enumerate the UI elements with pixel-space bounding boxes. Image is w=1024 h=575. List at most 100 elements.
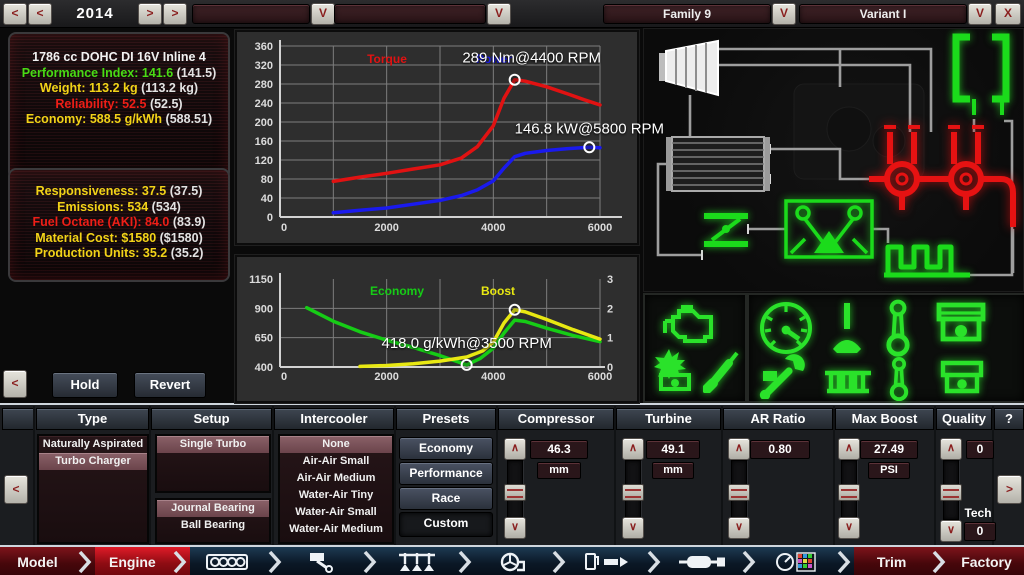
tab-engine[interactable]: Engine bbox=[95, 547, 170, 575]
tab-engine-block[interactable] bbox=[190, 547, 265, 575]
tab-trim[interactable]: Trim bbox=[854, 547, 929, 575]
intake-box-icon bbox=[786, 201, 872, 257]
preset-economy-button[interactable]: Economy bbox=[399, 437, 493, 460]
dropdown-2-expand-button[interactable]: V bbox=[487, 3, 511, 25]
svg-text:6000: 6000 bbox=[588, 371, 612, 383]
hold-button[interactable]: Hold bbox=[52, 372, 118, 398]
torque-power-chart-panel: 040801201602002402803203600200040006000T… bbox=[235, 30, 639, 245]
header-turbine: Turbine bbox=[616, 408, 721, 430]
tab-aspiration[interactable] bbox=[475, 547, 550, 575]
ar-ratio-down-button[interactable]: ∨ bbox=[728, 517, 750, 539]
intercooler-option-water-air-medium[interactable]: Water-Air Medium bbox=[280, 521, 392, 538]
svg-text:3: 3 bbox=[607, 274, 613, 286]
engine-schematic bbox=[644, 29, 1023, 291]
type-option-turbo-charger[interactable]: Turbo Charger bbox=[39, 453, 147, 470]
family-expand-button[interactable]: V bbox=[772, 3, 796, 25]
aspiration-type-listbox[interactable]: Naturally Aspirated Turbo Charger bbox=[37, 434, 149, 544]
dropdown-2[interactable] bbox=[334, 4, 486, 24]
bearing-option-ball[interactable]: Ball Bearing bbox=[157, 517, 269, 534]
header-intercooler: Intercooler bbox=[274, 408, 394, 430]
header-ar-ratio: AR Ratio bbox=[723, 408, 833, 430]
intercooler-option-water-air-small[interactable]: Water-Air Small bbox=[280, 504, 392, 521]
aspiration-prev-button[interactable]: < bbox=[4, 475, 28, 504]
tab-exhaust[interactable] bbox=[664, 547, 739, 575]
tab-bottom-end[interactable] bbox=[285, 547, 360, 575]
intercooler-core-icon bbox=[666, 137, 770, 191]
svg-text:0: 0 bbox=[281, 222, 287, 234]
variant-expand-button[interactable]: V bbox=[968, 3, 992, 25]
close-icon[interactable]: X bbox=[995, 3, 1021, 25]
performance-index-row: Performance Index: 141.6 (141.5) bbox=[10, 66, 228, 82]
bearing-option-journal[interactable]: Journal Bearing bbox=[157, 500, 269, 517]
conrod-2-icon bbox=[885, 357, 913, 401]
svg-text:0: 0 bbox=[267, 212, 273, 224]
header-blank bbox=[2, 408, 35, 430]
dropdown-1-expand-button[interactable]: V bbox=[311, 3, 335, 25]
help-button[interactable]: ? bbox=[994, 408, 1024, 430]
header-type: Type bbox=[36, 408, 149, 430]
family-dropdown[interactable]: Family 9 bbox=[603, 4, 771, 24]
tab-factory[interactable]: Factory bbox=[949, 547, 1024, 575]
svg-text:400: 400 bbox=[255, 362, 273, 374]
max-boost-up-button[interactable]: ∧ bbox=[838, 438, 860, 460]
turbine-up-button[interactable]: ∧ bbox=[622, 438, 644, 460]
tab-fuel-system[interactable] bbox=[569, 547, 644, 575]
svg-text:0: 0 bbox=[281, 371, 287, 383]
svg-text:2000: 2000 bbox=[374, 222, 398, 234]
bearing-listbox[interactable]: Journal Bearing Ball Bearing bbox=[155, 498, 271, 544]
svg-text:280: 280 bbox=[255, 79, 273, 91]
year-next-fast-button[interactable]: > bbox=[163, 3, 187, 25]
quality-up-button[interactable]: ∧ bbox=[940, 438, 962, 460]
year-prev-fast-button[interactable]: < bbox=[3, 3, 27, 25]
exhaust-icon bbox=[679, 552, 725, 572]
max-boost-slider-handle[interactable] bbox=[838, 484, 860, 501]
revert-button[interactable]: Revert bbox=[134, 372, 206, 398]
ar-ratio-up-button[interactable]: ∧ bbox=[728, 438, 750, 460]
aspiration-next-button[interactable]: > bbox=[997, 475, 1022, 504]
piston-icon bbox=[307, 551, 337, 573]
tab-model[interactable]: Model bbox=[0, 547, 75, 575]
max-boost-down-button[interactable]: ∨ bbox=[838, 517, 860, 539]
year-next-button[interactable]: > bbox=[138, 3, 162, 25]
compressor-slider-handle[interactable] bbox=[504, 484, 526, 501]
dropdown-1[interactable] bbox=[192, 4, 310, 24]
preset-performance-button[interactable]: Performance bbox=[399, 462, 493, 485]
quality-value: 0 bbox=[966, 440, 994, 459]
engine-title: 1786 cc DOHC DI 16V Inline 4 bbox=[10, 50, 228, 66]
quality-down-button[interactable]: ∨ bbox=[940, 520, 962, 542]
setup-option-single-turbo[interactable]: Single Turbo bbox=[157, 436, 269, 453]
tab-chevron-icon bbox=[929, 547, 949, 575]
compressor-down-button[interactable]: ∨ bbox=[504, 517, 526, 539]
compressor-up-button[interactable]: ∧ bbox=[504, 438, 526, 460]
svg-text:2: 2 bbox=[607, 303, 613, 315]
quality-slider-handle[interactable] bbox=[940, 484, 962, 501]
header-quality: Quality bbox=[936, 408, 992, 430]
intercooler-option-none[interactable]: None bbox=[280, 436, 392, 453]
turbine-slider-handle[interactable] bbox=[622, 484, 644, 501]
tab-top-end[interactable] bbox=[380, 547, 455, 575]
fuel-system-icon bbox=[584, 551, 630, 573]
preset-race-button[interactable]: Race bbox=[399, 487, 493, 510]
svg-text:120: 120 bbox=[255, 155, 273, 167]
svg-text:40: 40 bbox=[261, 193, 273, 205]
svg-text:320: 320 bbox=[255, 60, 273, 72]
variant-dropdown[interactable]: Variant I bbox=[799, 4, 967, 24]
intercooler-option-air-air-medium[interactable]: Air-Air Medium bbox=[280, 470, 392, 487]
tab-dyno-results[interactable] bbox=[759, 547, 834, 575]
turbine-down-button[interactable]: ∨ bbox=[622, 517, 644, 539]
preset-custom-button[interactable]: Custom bbox=[399, 512, 493, 537]
engine-block-icon bbox=[206, 552, 248, 572]
intercooler-listbox[interactable]: None Air-Air Small Air-Air Medium Water-… bbox=[278, 434, 394, 544]
intercooler-option-water-air-tiny[interactable]: Water-Air Tiny bbox=[280, 487, 392, 504]
svg-text:1: 1 bbox=[607, 333, 613, 345]
type-option-naturally-aspirated[interactable]: Naturally Aspirated bbox=[39, 436, 147, 453]
year-prev-button[interactable]: < bbox=[28, 3, 52, 25]
ar-ratio-slider-handle[interactable] bbox=[728, 484, 750, 501]
back-arrow-button[interactable]: < bbox=[3, 370, 27, 398]
tab-chevron-icon bbox=[455, 547, 475, 575]
intercooler-option-air-air-small[interactable]: Air-Air Small bbox=[280, 453, 392, 470]
turbo-setup-listbox[interactable]: Single Turbo bbox=[155, 434, 271, 493]
engine-designer-screen: < < 2014 > > V V Family 9 V Variant I V … bbox=[0, 0, 1024, 575]
header-setup: Setup bbox=[151, 408, 272, 430]
cooler-bracket-icon bbox=[956, 37, 1006, 115]
